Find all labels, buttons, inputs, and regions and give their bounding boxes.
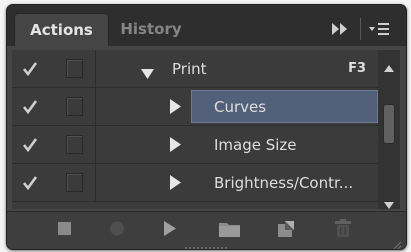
- checkmark-icon[interactable]: [20, 135, 40, 155]
- shortcut-label: F3: [348, 61, 366, 76]
- resize-corner-icon[interactable]: [390, 236, 402, 249]
- actions-list: Print F3 Curves Image Size Brightness/Co…: [12, 50, 400, 209]
- checkmark-icon[interactable]: [20, 173, 40, 193]
- scrollbar[interactable]: [378, 50, 400, 209]
- folder-icon[interactable]: [212, 212, 248, 246]
- triangle-right-icon[interactable]: [170, 175, 181, 190]
- action-label: Print: [172, 60, 207, 78]
- panel-header: Actions History: [7, 5, 406, 46]
- action-label: Curves: [214, 98, 267, 116]
- scroll-thumb[interactable]: [383, 104, 395, 144]
- actions-panel: Actions History Print F3 Curves Image Si…: [6, 4, 407, 250]
- header-separator: [360, 18, 361, 40]
- action-set-row[interactable]: Print F3: [12, 50, 378, 88]
- record-icon[interactable]: [99, 212, 135, 246]
- new-action-icon[interactable]: [267, 212, 303, 246]
- action-label: Brightness/Contr...: [214, 174, 354, 192]
- column-divider: [95, 88, 96, 126]
- action-label: Image Size: [214, 136, 297, 154]
- panel-resize-grip[interactable]: [185, 247, 229, 249]
- action-row[interactable]: Image Size: [12, 126, 378, 164]
- expand-panel-icon[interactable]: [329, 19, 351, 39]
- panel-footer: [7, 211, 406, 249]
- dialog-toggle[interactable]: [66, 97, 83, 116]
- scroll-down-arrow-icon[interactable]: [384, 194, 394, 209]
- dialog-toggle[interactable]: [66, 173, 83, 192]
- dialog-toggle[interactable]: [66, 59, 83, 78]
- trash-icon[interactable]: [325, 212, 361, 246]
- checkmark-icon[interactable]: [20, 59, 40, 79]
- column-divider: [95, 164, 96, 202]
- tab-history[interactable]: History: [111, 13, 191, 46]
- panel-menu-icon[interactable]: [366, 19, 392, 39]
- action-row[interactable]: Curves: [12, 88, 378, 126]
- triangle-right-icon[interactable]: [170, 99, 181, 114]
- tab-actions[interactable]: Actions: [14, 13, 109, 46]
- play-icon[interactable]: [151, 212, 187, 246]
- dialog-toggle[interactable]: [66, 135, 83, 154]
- stop-icon[interactable]: [47, 212, 83, 246]
- scroll-up-arrow-icon[interactable]: [384, 57, 394, 72]
- column-divider: [95, 126, 96, 164]
- triangle-right-icon[interactable]: [170, 137, 181, 152]
- triangle-down-icon[interactable]: [141, 64, 154, 79]
- checkmark-icon[interactable]: [20, 97, 40, 117]
- action-row[interactable]: Brightness/Contr...: [12, 164, 378, 202]
- column-divider: [95, 50, 96, 88]
